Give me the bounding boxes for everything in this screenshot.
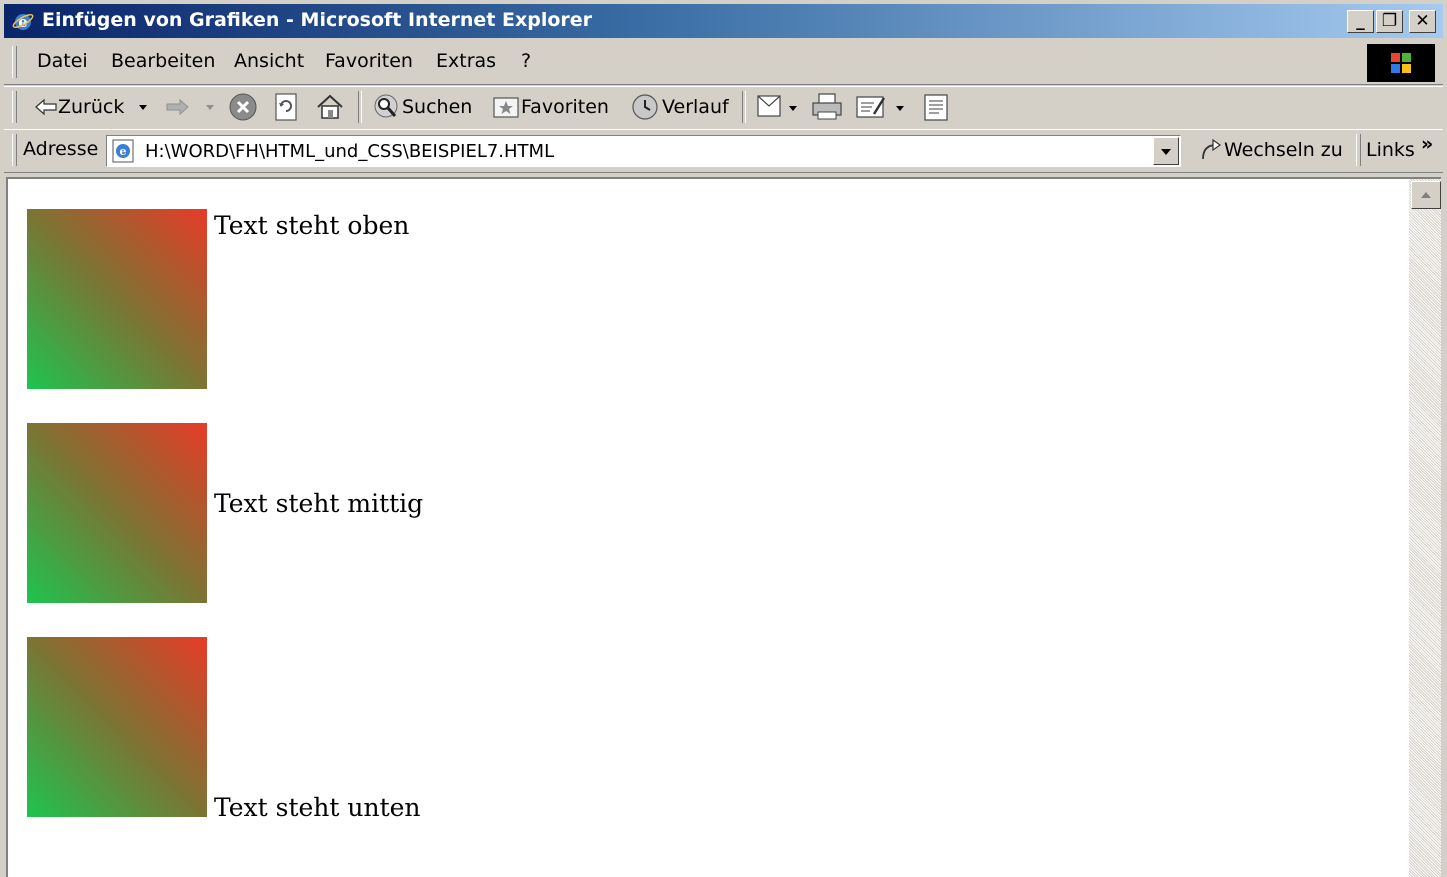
menu-datei[interactable]: Datei (37, 50, 88, 72)
text-bottom: Text steht unten (214, 793, 421, 822)
page-icon: e (112, 139, 134, 163)
stop-icon (229, 93, 257, 121)
scroll-up-arrow-icon (1421, 192, 1431, 198)
search-label: Suchen (402, 96, 473, 118)
menu-extras[interactable]: Extras (436, 50, 496, 72)
links-grip[interactable] (1356, 134, 1361, 166)
menu-favoriten[interactable]: Favoriten (325, 50, 413, 72)
menu-bar: Datei Bearbeiten Ansicht Favoriten Extra… (4, 40, 1443, 85)
menu-bearbeiten[interactable]: Bearbeiten (111, 50, 215, 72)
dropdown-arrow-icon (206, 105, 214, 110)
history-button[interactable]: Verlauf (628, 87, 729, 127)
search-button[interactable]: Suchen (370, 87, 472, 127)
browser-window: e Einfügen von Grafiken - Microsoft Inte… (0, 0, 1447, 877)
gradient-image-middle (27, 423, 207, 603)
back-dropdown[interactable] (137, 87, 149, 127)
discuss-button[interactable] (922, 87, 950, 127)
refresh-icon (275, 93, 297, 121)
stop-button[interactable] (228, 87, 258, 127)
page-content: Text steht oben Text steht mittig Text s… (6, 177, 1441, 877)
menu-grip[interactable] (12, 46, 17, 78)
gradient-image-top (27, 209, 207, 389)
toolbar-separator (358, 91, 362, 123)
windows-flag-icon (1391, 53, 1411, 73)
minimize-button[interactable]: _ (1347, 10, 1374, 33)
refresh-button[interactable] (272, 87, 300, 127)
forward-arrow-icon (166, 98, 189, 116)
links-label: Links (1366, 139, 1415, 161)
history-icon (632, 94, 658, 120)
go-button[interactable]: Wechseln zu (1198, 130, 1343, 170)
home-button[interactable] (315, 87, 345, 127)
svg-text:e: e (120, 145, 127, 158)
text-top: Text steht oben (214, 211, 410, 240)
address-input[interactable]: H:\WORD\FH\HTML_und_CSS\BEISPIEL7.HTML (145, 141, 554, 162)
edit-button[interactable] (854, 87, 914, 127)
window-title: Einfügen von Grafiken - Microsoft Intern… (42, 9, 593, 31)
vertical-scrollbar[interactable] (1409, 179, 1441, 877)
edit-icon (856, 96, 904, 118)
address-grip[interactable] (12, 134, 17, 166)
menu-ansicht[interactable]: Ansicht (234, 50, 304, 72)
menu-help[interactable]: ? (521, 50, 531, 72)
go-arrow-icon (1202, 138, 1222, 160)
favorites-label: Favoriten (521, 96, 609, 118)
back-label: Zurück (58, 96, 125, 118)
favorites-button[interactable]: Favoriten (491, 87, 609, 127)
dropdown-arrow-icon (1161, 149, 1171, 155)
close-button[interactable]: ✕ (1409, 10, 1436, 33)
standard-toolbar: Zurück Suchen Favoriten Verlauf (4, 86, 1443, 130)
print-button[interactable] (810, 87, 844, 127)
history-label: Verlauf (662, 96, 729, 118)
document-icon (924, 94, 948, 121)
go-label: Wechseln zu (1224, 139, 1343, 161)
mail-icon (757, 95, 797, 117)
scroll-up-button[interactable] (1411, 181, 1441, 209)
print-icon (812, 93, 842, 120)
internet-explorer-icon: e (12, 13, 34, 31)
favorites-star-icon (493, 97, 519, 118)
toolbar-separator (742, 91, 746, 123)
maximize-button[interactable]: ❐ (1376, 10, 1403, 33)
dropdown-arrow-icon (139, 105, 147, 110)
links-more-chevron-icon[interactable]: » (1421, 124, 1433, 164)
text-middle: Text steht mittig (214, 489, 424, 518)
title-bar[interactable]: e Einfügen von Grafiken - Microsoft Inte… (4, 4, 1443, 38)
gradient-image-bottom (27, 637, 207, 817)
forward-button[interactable] (164, 87, 190, 127)
search-icon (374, 94, 398, 118)
toolbar-grip[interactable] (12, 91, 17, 123)
address-label: Adresse (23, 138, 99, 160)
address-dropdown-button[interactable] (1153, 137, 1179, 165)
address-field[interactable]: e H:\WORD\FH\HTML_und_CSS\BEISPIEL7.HTML (106, 135, 1181, 167)
back-arrow-icon (35, 98, 57, 116)
home-icon (317, 94, 343, 119)
links-button[interactable]: Links (1366, 130, 1415, 170)
back-button[interactable]: Zurück (34, 87, 124, 127)
mail-button[interactable] (756, 87, 800, 127)
forward-dropdown[interactable] (204, 87, 216, 127)
address-toolbar: Adresse e H:\WORD\FH\HTML_und_CSS\BEISPI… (4, 129, 1443, 173)
windows-logo (1367, 44, 1435, 82)
